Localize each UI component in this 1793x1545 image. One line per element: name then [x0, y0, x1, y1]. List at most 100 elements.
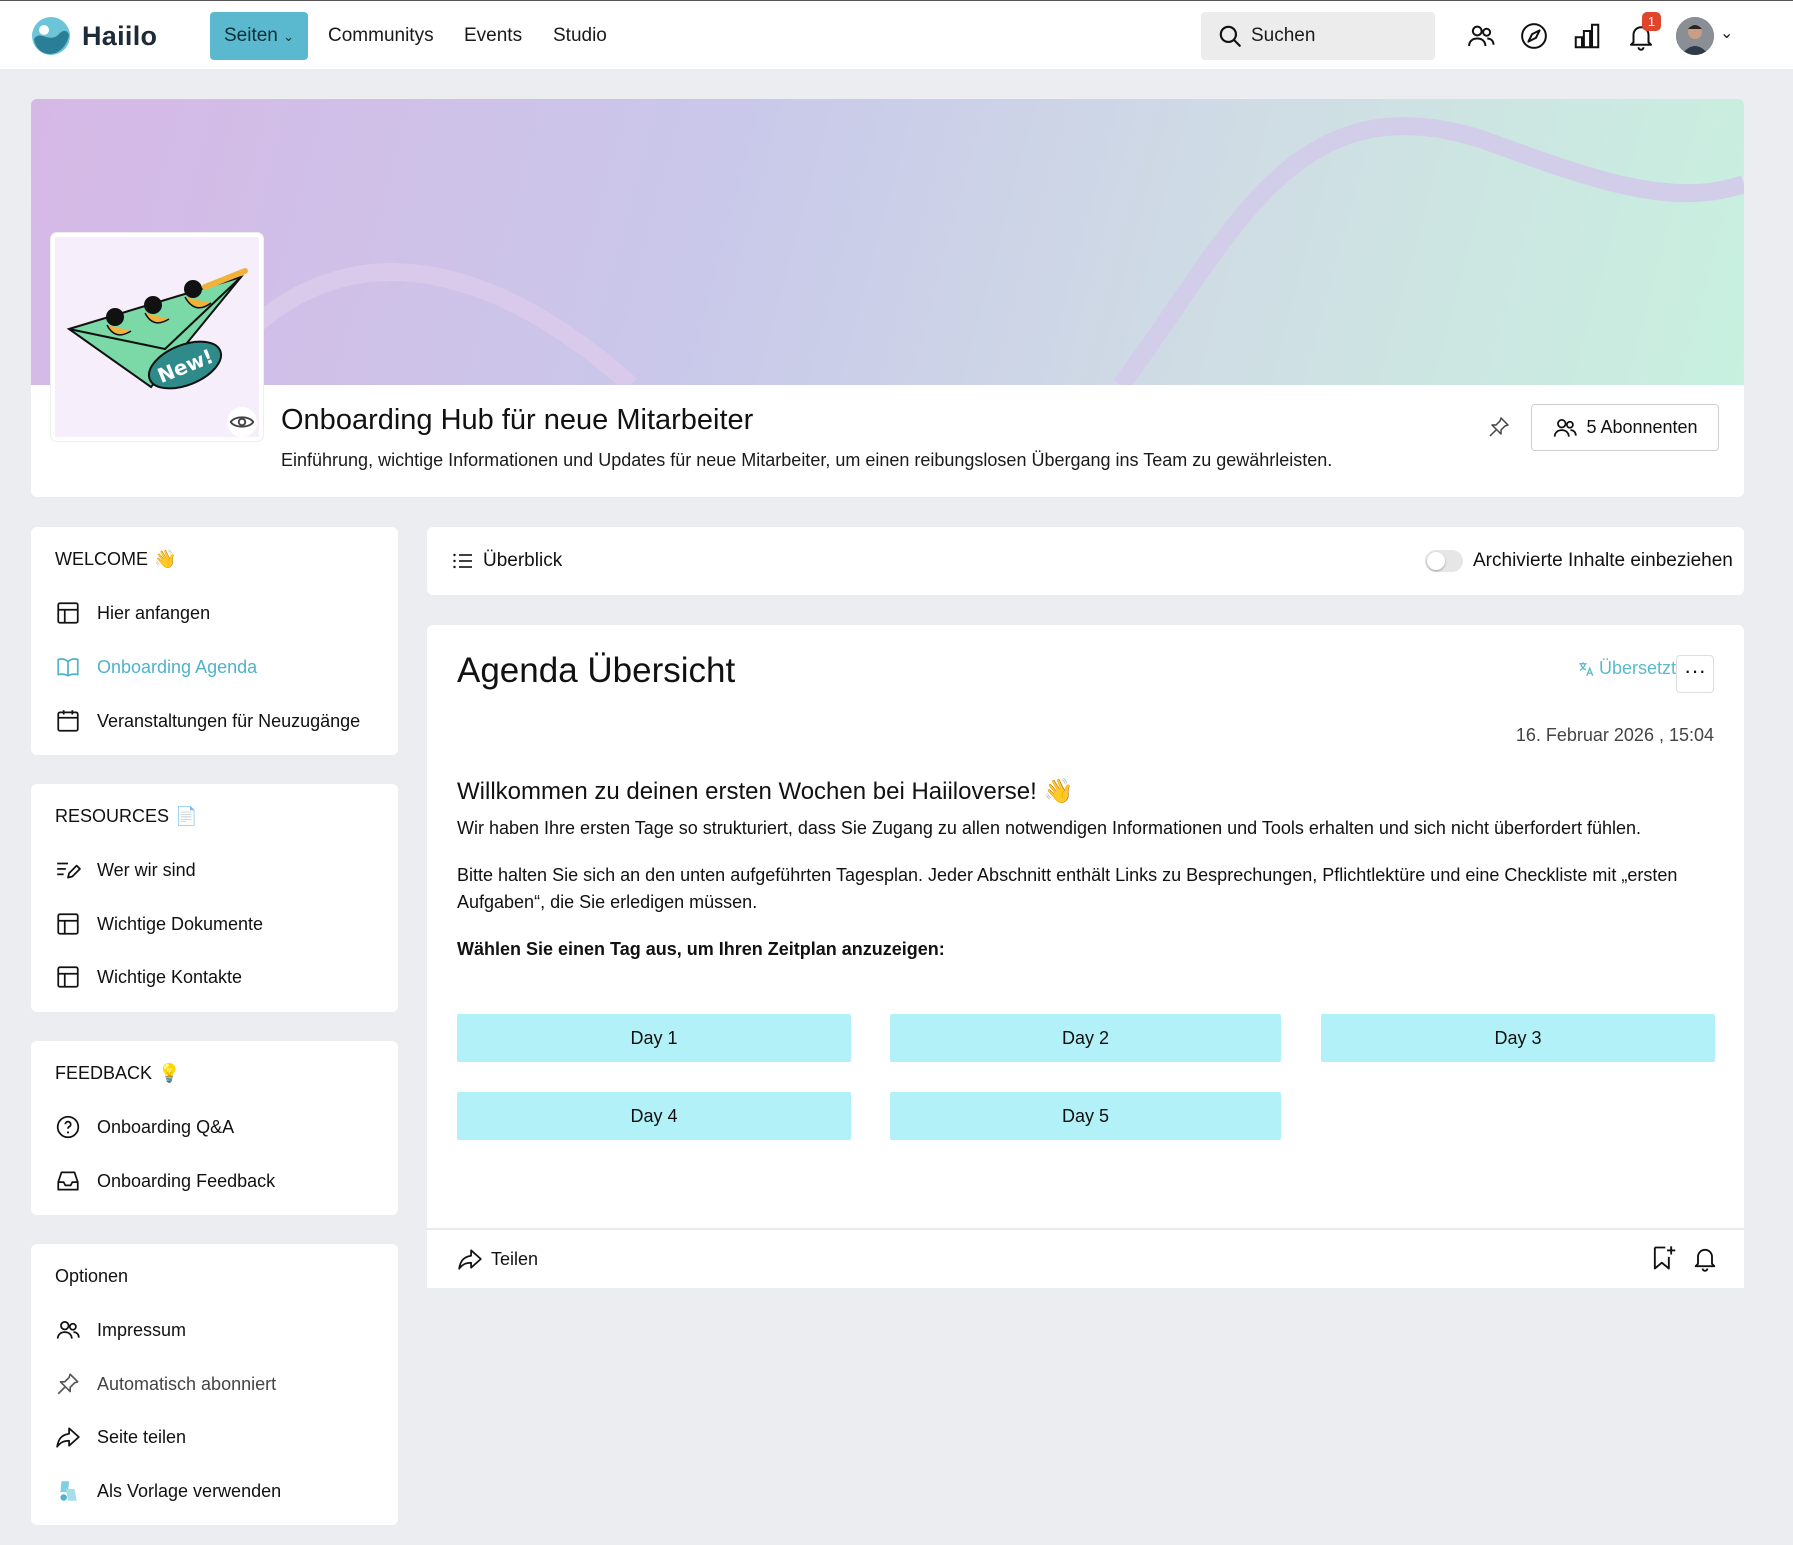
nav-events[interactable]: Events	[450, 12, 536, 60]
sidebar-item-wer-wir-sind[interactable]: Wer wir sind	[55, 857, 196, 883]
translated-label: Übersetzt	[1599, 658, 1677, 678]
day-3-button[interactable]: Day 3	[1321, 1014, 1715, 1062]
nav-seiten[interactable]: Seiten ⌄	[210, 12, 309, 60]
sidebar-item-label: Wichtige Kontakte	[97, 966, 243, 987]
table-icon	[57, 602, 79, 624]
sidebar-item-als-vorlage[interactable]: Als Vorlage verwenden	[55, 1478, 281, 1504]
chart-icon[interactable]	[1572, 21, 1602, 51]
options-heading: Optionen	[55, 1266, 129, 1286]
haiilo-logo[interactable]: Haiilo	[30, 15, 157, 57]
day-5-button[interactable]: Day 5	[890, 1092, 1281, 1140]
more-icon: ···	[1684, 658, 1706, 683]
nav-communitys-label: Communitys	[328, 25, 434, 46]
people-icon	[56, 1321, 80, 1339]
sidebar-item-impressum[interactable]: Impressum	[55, 1317, 186, 1343]
wave-emoji-icon: 👋	[1043, 778, 1074, 805]
subscribers-label: 5 Abonnenten	[1586, 417, 1698, 437]
pin-icon[interactable]	[1487, 415, 1511, 439]
bookmark-add-icon[interactable]	[1649, 1244, 1677, 1272]
chevron-down-icon: ⌄	[283, 29, 295, 44]
sidebar-heading-feedback: FEEDBACK 💡	[55, 1063, 180, 1084]
sidebar-heading-options: Optionen	[55, 1266, 128, 1287]
publish-date: 16. Februar 2026 , 15:04	[1515, 725, 1714, 745]
day-button-label: Day 3	[1494, 1027, 1542, 1048]
logo-text: Haiilo	[82, 20, 158, 51]
resources-heading: RESOURCES	[55, 806, 170, 826]
sidebar-item-hier-anfangen[interactable]: Hier anfangen	[55, 600, 210, 626]
sidebar-heading-resources: RESOURCES 📄	[55, 806, 197, 827]
intro-paragraph: Wir haben Ihre ersten Tage so strukturie…	[457, 818, 1642, 838]
sidebar-feedback-card: FEEDBACK 💡 Onboarding Q&A Onboarding Fee…	[31, 1041, 398, 1215]
sidebar-options-card: Optionen Impressum Automatisch abonniert…	[31, 1244, 398, 1525]
sidebar-item-label: Veranstaltungen für Neuzugänge	[97, 710, 361, 731]
people-icon[interactable]	[1466, 21, 1496, 51]
subscribers-button[interactable]: 5 Abonnenten	[1531, 404, 1719, 451]
feedback-heading: FEEDBACK	[55, 1063, 153, 1083]
sidebar-item-label: Hier anfangen	[97, 602, 211, 623]
table-icon	[57, 913, 79, 935]
nav-studio[interactable]: Studio	[539, 12, 621, 60]
sidebar-item-label: Onboarding Feedback	[97, 1170, 276, 1191]
sidebar-item-label: Onboarding Agenda	[97, 656, 258, 677]
sidebar-item-onboarding-feedback[interactable]: Onboarding Feedback	[55, 1168, 275, 1194]
day-button-label: Day 1	[630, 1027, 678, 1048]
archived-content-toggle[interactable]	[1425, 550, 1463, 572]
day-button-label: Day 5	[1061, 1105, 1110, 1126]
nav-events-label: Events	[464, 25, 523, 46]
eye-icon	[229, 416, 255, 428]
day-2-button[interactable]: Day 2	[890, 1014, 1281, 1062]
more-options-button[interactable]: ···	[1676, 655, 1714, 693]
page-description: Einführung, wichtige Informationen und U…	[281, 450, 1333, 470]
sidebar-item-onboarding-agenda[interactable]: Onboarding Agenda	[55, 654, 257, 680]
nav-seiten-label: Seiten	[224, 25, 278, 46]
cover-banner	[31, 99, 1744, 392]
day-4-button[interactable]: Day 4	[457, 1092, 851, 1140]
template-icon	[60, 1481, 77, 1501]
sidebar-item-label: Impressum	[97, 1319, 187, 1340]
avatar[interactable]	[1676, 17, 1714, 55]
top-navigation-bar: Haiilo Seiten ⌄ Communitys Events Studio…	[0, 0, 1793, 69]
sidebar-item-label: Automatisch abonniert	[97, 1373, 277, 1394]
sidebar-item-wichtige-kontakte[interactable]: Wichtige Kontakte	[55, 964, 242, 990]
day-button-label: Day 2	[1061, 1027, 1110, 1048]
search-label: Suchen	[1251, 25, 1316, 46]
overview-button[interactable]: Überblick	[451, 549, 562, 573]
sidebar-item-seite-teilen[interactable]: Seite teilen	[55, 1424, 186, 1450]
list-icon	[453, 553, 472, 569]
instructions-paragraph: Bitte halten Sie sich an den unten aufge…	[457, 865, 1678, 912]
edit-list-icon	[57, 862, 81, 879]
search-box[interactable]: Suchen	[1201, 12, 1435, 60]
chevron-down-icon[interactable]: ⌄	[1720, 23, 1733, 43]
sidebar-item-onboarding-qa[interactable]: Onboarding Q&A	[55, 1114, 234, 1140]
agenda-title: Agenda Übersicht	[457, 651, 736, 690]
page-title: Onboarding Hub für neue Mitarbeiter	[281, 404, 754, 436]
translate-icon	[1579, 661, 1594, 676]
nav-studio-label: Studio	[553, 25, 607, 46]
table-icon	[57, 966, 79, 988]
sidebar-item-wichtige-dokumente[interactable]: Wichtige Dokumente	[55, 911, 263, 937]
select-day-prompt: Wählen Sie einen Tag aus, um Ihren Zeitp…	[457, 939, 945, 959]
sidebar-item-veranstaltungen[interactable]: Veranstaltungen für Neuzugänge	[55, 708, 360, 734]
bell-icon[interactable]	[1691, 1244, 1719, 1272]
welcome-heading-text: Willkommen zu deinen ersten Wochen bei H…	[457, 778, 1037, 805]
sidebar-item-label: Wichtige Dokumente	[97, 913, 264, 934]
people-icon	[1554, 418, 1578, 437]
compass-icon[interactable]	[1519, 21, 1549, 51]
day-button-label: Day 4	[630, 1105, 678, 1126]
sidebar-item-label: Als Vorlage verwenden	[97, 1480, 282, 1501]
share-button[interactable]: Teilen	[457, 1246, 538, 1272]
overview-label: Überblick	[483, 550, 563, 571]
book-icon	[57, 658, 79, 677]
day-1-button[interactable]: Day 1	[457, 1014, 851, 1062]
sidebar-welcome-card: WELCOME 👋 Hier anfangen Onboarding Agend…	[31, 527, 398, 755]
sidebar-heading-welcome: WELCOME 👋	[55, 549, 176, 570]
haiilo-logo-icon	[32, 17, 70, 55]
nav-communitys[interactable]: Communitys	[314, 12, 448, 60]
translated-toggle[interactable]: Übersetzt	[1577, 658, 1676, 679]
visibility-button[interactable]	[227, 407, 257, 437]
user-avatar-icon	[1676, 17, 1714, 55]
document-emoji-icon: 📄	[175, 806, 198, 826]
search-icon	[1219, 25, 1241, 47]
sidebar-item-automatisch-abonniert[interactable]: Automatisch abonniert	[55, 1371, 276, 1397]
welcome-heading: WELCOME	[55, 549, 149, 569]
